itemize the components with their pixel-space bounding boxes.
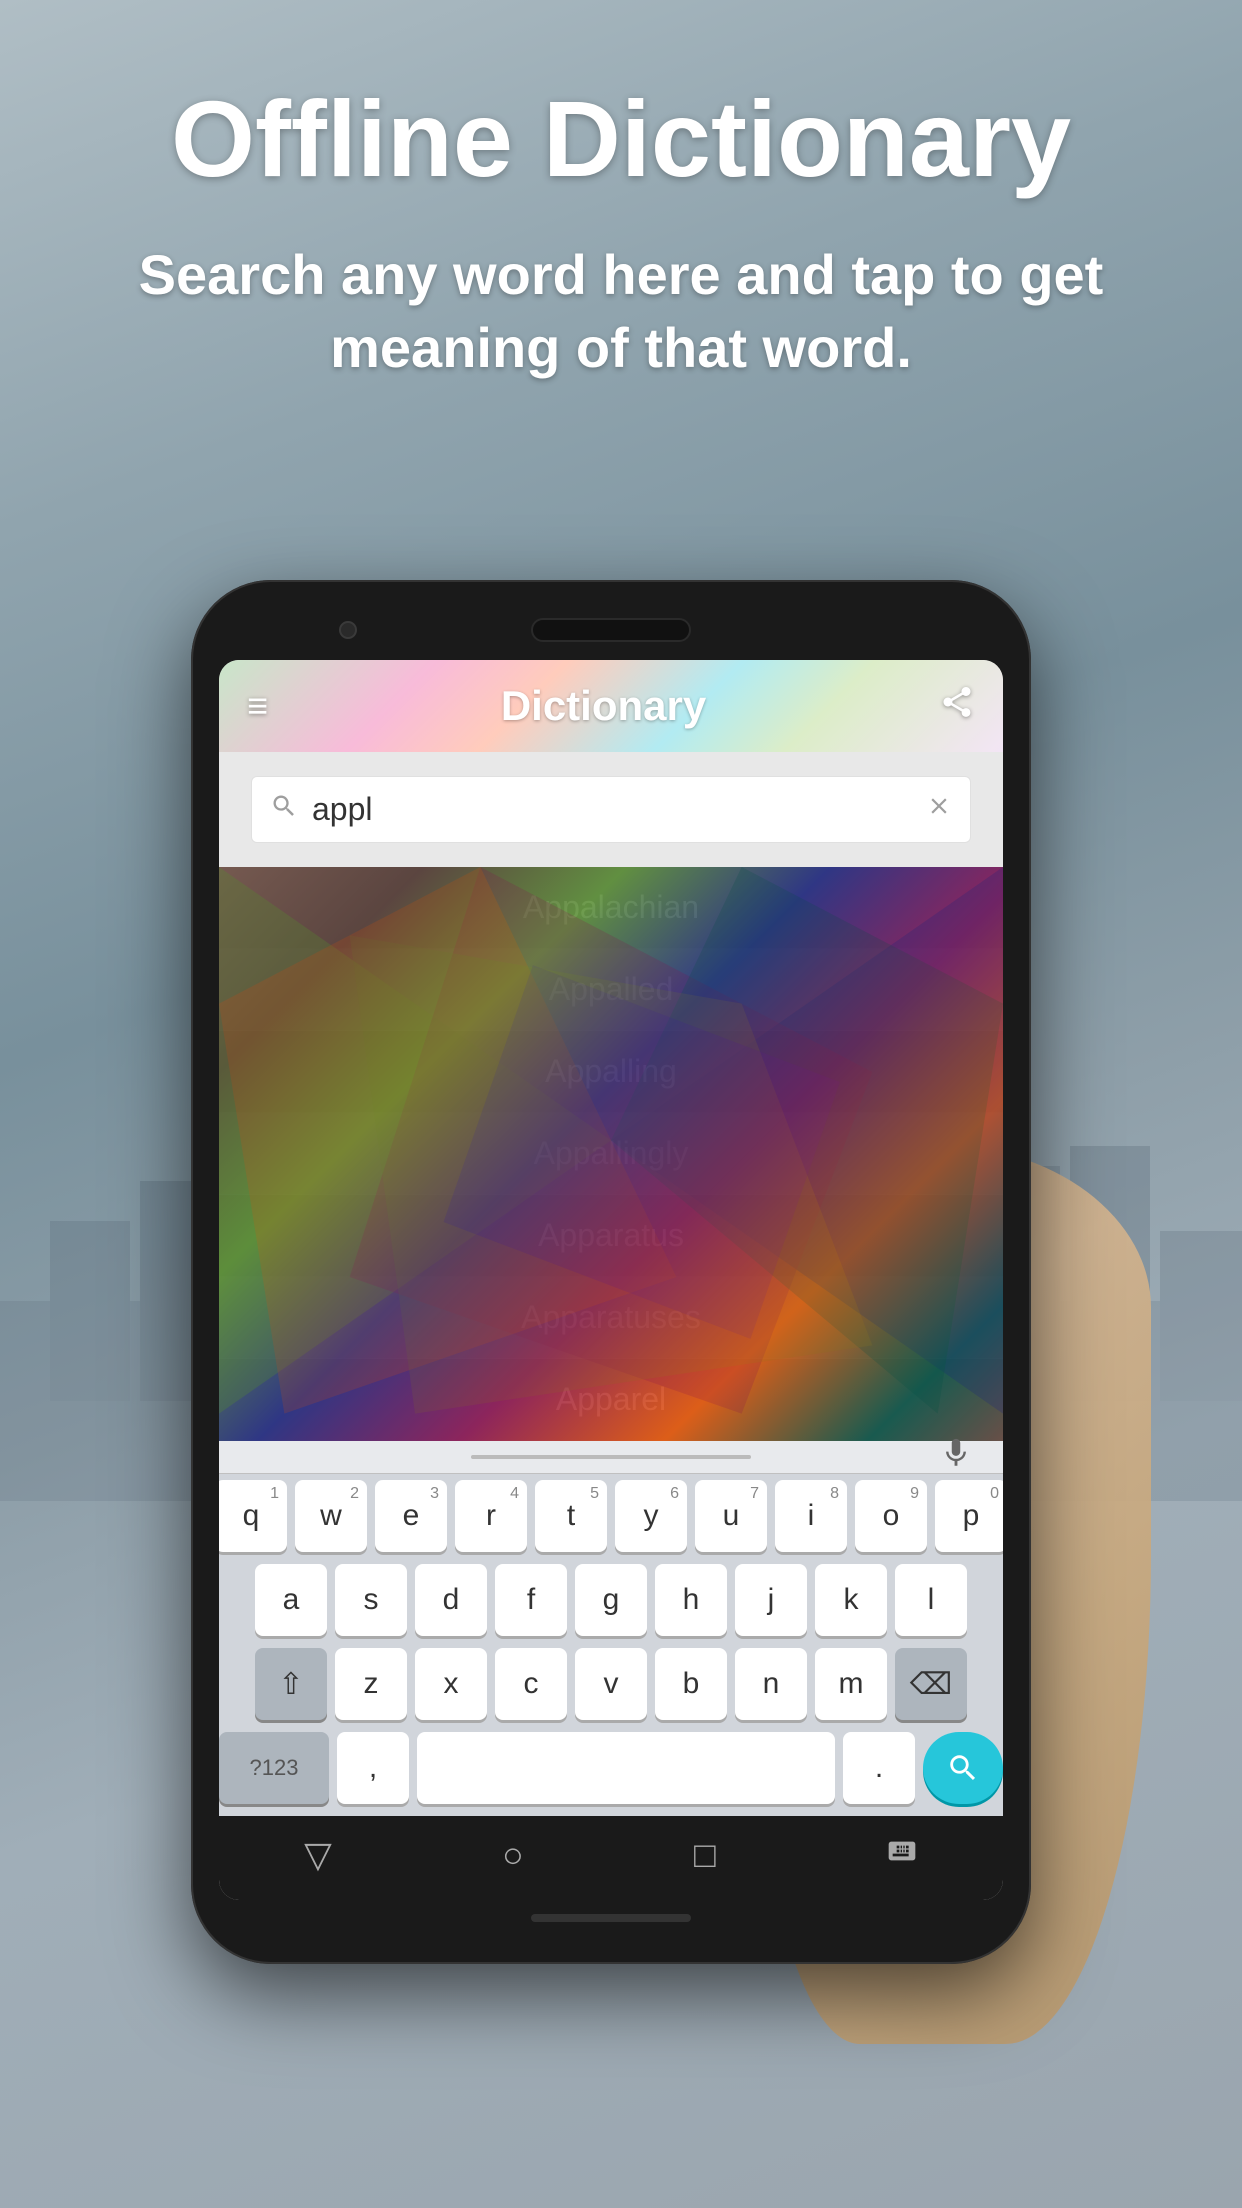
key-j[interactable]: j xyxy=(735,1564,807,1636)
key-b[interactable]: b xyxy=(655,1648,727,1720)
nav-keyboard[interactable] xyxy=(886,1834,918,1876)
android-nav-bar: ▽ ○ □ xyxy=(219,1816,1003,1900)
hero-section: Offline Dictionary Search any word here … xyxy=(0,80,1242,384)
phone-frame: ≡ Dictionary appl xyxy=(191,580,1031,1964)
search-bar[interactable]: appl xyxy=(251,776,971,843)
app-header: ≡ Dictionary xyxy=(219,660,1003,752)
key-period[interactable]: . xyxy=(843,1732,915,1804)
key-r[interactable]: 4 r xyxy=(455,1480,527,1552)
search-container: appl xyxy=(219,752,1003,867)
key-t[interactable]: 5 t xyxy=(535,1480,607,1552)
key-a[interactable]: a xyxy=(255,1564,327,1636)
keyboard[interactable]: 1 q 2 w 3 e 4 r xyxy=(219,1441,1003,1816)
key-n[interactable]: n xyxy=(735,1648,807,1720)
search-icon xyxy=(270,792,298,827)
key-backspace[interactable]: ⌫ xyxy=(895,1648,967,1720)
key-u[interactable]: 7 u xyxy=(695,1480,767,1552)
key-space[interactable] xyxy=(417,1732,835,1804)
menu-icon[interactable]: ≡ xyxy=(247,685,268,727)
home-indicator xyxy=(531,1914,691,1922)
key-l[interactable]: l xyxy=(895,1564,967,1636)
key-h[interactable]: h xyxy=(655,1564,727,1636)
key-i[interactable]: 8 i xyxy=(775,1480,847,1552)
key-y[interactable]: 6 y xyxy=(615,1480,687,1552)
phone-bottom xyxy=(219,1900,1003,1936)
key-comma[interactable]: , xyxy=(337,1732,409,1804)
nav-home[interactable]: ○ xyxy=(502,1834,524,1876)
key-d[interactable]: d xyxy=(415,1564,487,1636)
key-p[interactable]: 0 p xyxy=(935,1480,1003,1552)
key-g[interactable]: g xyxy=(575,1564,647,1636)
key-k[interactable]: k xyxy=(815,1564,887,1636)
phone-mockup: ≡ Dictionary appl xyxy=(191,580,1051,1964)
suggestion-bar xyxy=(471,1455,751,1459)
app-title: Dictionary xyxy=(501,682,706,730)
key-shift[interactable]: ⇧ xyxy=(255,1648,327,1720)
key-w[interactable]: 2 w xyxy=(295,1480,367,1552)
speaker-grille xyxy=(531,618,691,642)
phone-screen: ≡ Dictionary appl xyxy=(219,660,1003,1900)
word-list-container: Appalachian Appalled Appalling Appalling… xyxy=(219,867,1003,1441)
search-input[interactable]: appl xyxy=(312,791,926,828)
key-z[interactable]: z xyxy=(335,1648,407,1720)
key-x[interactable]: x xyxy=(415,1648,487,1720)
subtitle: Search any word here and tap to get mean… xyxy=(60,239,1182,385)
key-f[interactable]: f xyxy=(495,1564,567,1636)
keyboard-row-1: 1 q 2 w 3 e 4 r xyxy=(219,1474,1003,1558)
main-title: Offline Dictionary xyxy=(60,80,1182,199)
key-search[interactable] xyxy=(923,1732,1003,1804)
camera-dot xyxy=(339,621,357,639)
phone-top-area xyxy=(219,608,1003,660)
share-icon[interactable] xyxy=(939,684,975,728)
key-o[interactable]: 9 o xyxy=(855,1480,927,1552)
key-v[interactable]: v xyxy=(575,1648,647,1720)
key-e[interactable]: 3 e xyxy=(375,1480,447,1552)
key-q[interactable]: 1 q xyxy=(219,1480,287,1552)
geo-background xyxy=(219,867,1003,1441)
key-m[interactable]: m xyxy=(815,1648,887,1720)
keyboard-row-2: a s d f g h j k l xyxy=(219,1558,1003,1642)
nav-back[interactable]: ▽ xyxy=(304,1834,332,1876)
keyboard-row-3: ⇧ z x c v b n m ⌫ xyxy=(219,1642,1003,1726)
nav-recents[interactable]: □ xyxy=(694,1834,716,1876)
key-numbers[interactable]: ?123 xyxy=(219,1732,329,1804)
keyboard-row-4: ?123 , . xyxy=(219,1726,1003,1816)
key-c[interactable]: c xyxy=(495,1648,567,1720)
key-s[interactable]: s xyxy=(335,1564,407,1636)
mic-icon[interactable] xyxy=(939,1436,973,1479)
keyboard-suggestions xyxy=(219,1441,1003,1474)
clear-icon[interactable] xyxy=(926,793,952,826)
